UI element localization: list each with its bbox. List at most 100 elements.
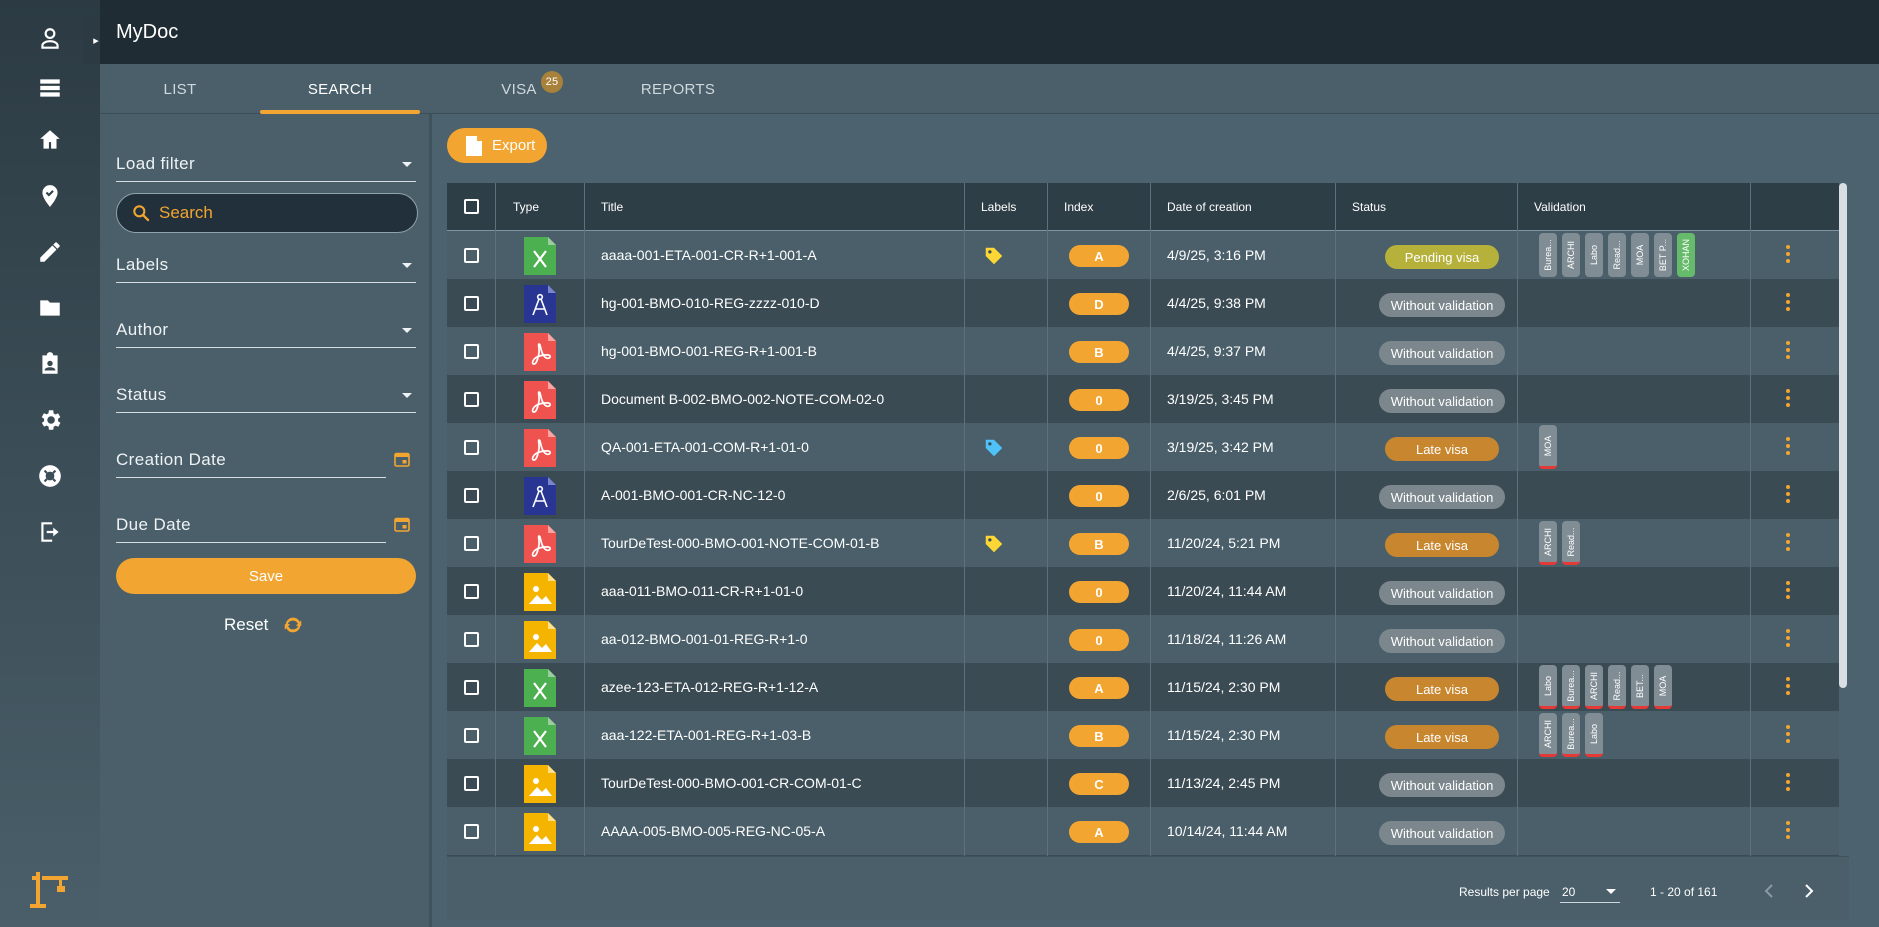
save-button[interactable]: Save bbox=[116, 558, 416, 594]
tab-list[interactable]: LIST bbox=[100, 64, 260, 114]
tab-search[interactable]: SEARCH bbox=[260, 64, 420, 114]
more-vert-icon[interactable] bbox=[1785, 629, 1791, 649]
reset-button[interactable]: Reset bbox=[224, 612, 304, 638]
validator-badge[interactable]: Labo bbox=[1585, 713, 1603, 757]
gear-icon[interactable] bbox=[35, 405, 65, 435]
validator-badge[interactable]: BET P... bbox=[1654, 233, 1672, 277]
results-per-page-select[interactable]: 20 bbox=[1560, 879, 1620, 903]
table-scrollbar[interactable] bbox=[1839, 183, 1849, 856]
validator-badge[interactable]: Burea... bbox=[1562, 713, 1580, 757]
status-select[interactable]: Status bbox=[116, 377, 416, 413]
more-vert-icon[interactable] bbox=[1785, 677, 1791, 697]
validator-badge[interactable]: ARCHI bbox=[1585, 665, 1603, 709]
more-vert-icon[interactable] bbox=[1785, 821, 1791, 841]
validator-badge[interactable]: ARCHI bbox=[1539, 713, 1557, 757]
header-validation[interactable]: Validation bbox=[1534, 183, 1586, 231]
more-vert-icon[interactable] bbox=[1785, 341, 1791, 361]
table-row[interactable]: azee-123-ETA-012-REG-R+1-12-A A 11/15/24, … bbox=[447, 663, 1839, 711]
more-vert-icon[interactable] bbox=[1785, 437, 1791, 457]
calendar-icon[interactable] bbox=[394, 451, 410, 467]
table-row[interactable]: aa-012-BMO-001-01-REG-R+1-0 0 11/18/24, 11… bbox=[447, 615, 1839, 663]
more-vert-icon[interactable] bbox=[1785, 485, 1791, 505]
table-row[interactable]: aaaa-001-ETA-001-CR-R+1-001-A A 4/9/25, 3:… bbox=[447, 231, 1839, 279]
chevron-left-icon[interactable] bbox=[1759, 881, 1779, 901]
list-icon[interactable] bbox=[35, 73, 65, 103]
validator-badge[interactable]: ARCHI bbox=[1562, 233, 1580, 277]
document-title[interactable]: hg-001-BMO-010-REG-zzzz-010-D bbox=[601, 279, 820, 327]
validator-badge[interactable]: MOA bbox=[1654, 665, 1672, 709]
tab-reports[interactable]: REPORTS bbox=[598, 64, 758, 114]
logout-icon[interactable] bbox=[35, 517, 65, 547]
validator-badge[interactable]: BET... bbox=[1631, 665, 1649, 709]
document-title[interactable]: aaa-122-ETA-001-REG-R+1-03-B bbox=[601, 711, 811, 759]
validator-badge[interactable]: Burea... bbox=[1562, 665, 1580, 709]
labels-select[interactable]: Labels bbox=[116, 247, 416, 283]
document-title[interactable]: AAAA-005-BMO-005-REG-NC-05-A bbox=[601, 807, 825, 855]
creation-date-field[interactable]: Creation Date bbox=[116, 442, 386, 478]
document-title[interactable]: Document B-002-BMO-002-NOTE-COM-02-0 bbox=[601, 375, 884, 423]
table-row[interactable]: hg-001-BMO-001-REG-R+1-001-B B 4/4/25, 9:3… bbox=[447, 327, 1839, 375]
map-pin-check-icon[interactable] bbox=[35, 181, 65, 211]
header-labels[interactable]: Labels bbox=[981, 183, 1016, 231]
document-title[interactable]: TourDeTest-000-BMO-001-NOTE-COM-01-B bbox=[601, 519, 880, 567]
table-row[interactable]: hg-001-BMO-010-REG-zzzz-010-D D 4/4/25, 9:… bbox=[447, 279, 1839, 327]
more-vert-icon[interactable] bbox=[1785, 389, 1791, 409]
more-vert-icon[interactable] bbox=[1785, 773, 1791, 793]
document-title[interactable]: azee-123-ETA-012-REG-R+1-12-A bbox=[601, 663, 818, 711]
table-row[interactable]: Document B-002-BMO-002-NOTE-COM-02-0 0 3/1… bbox=[447, 375, 1839, 423]
validator-badge[interactable]: Labo bbox=[1585, 233, 1603, 277]
table-row[interactable]: A-001-BMO-001-CR-NC-12-0 0 2/6/25, 6:01 PM… bbox=[447, 471, 1839, 519]
table-row[interactable]: QA-001-ETA-001-COM-R+1-01-0 0 3/19/25, 3:4… bbox=[447, 423, 1839, 471]
more-vert-icon[interactable] bbox=[1785, 293, 1791, 313]
user-icon[interactable] bbox=[35, 24, 65, 54]
validator-badge[interactable]: Read... bbox=[1562, 521, 1580, 565]
row-checkbox[interactable] bbox=[464, 440, 479, 455]
home-icon[interactable] bbox=[35, 125, 65, 155]
clipboard-user-icon[interactable] bbox=[35, 349, 65, 379]
chevron-right-icon[interactable] bbox=[1799, 881, 1819, 901]
export-button[interactable]: Export bbox=[447, 128, 547, 163]
row-checkbox[interactable] bbox=[464, 824, 479, 839]
validator-badge[interactable]: XOHAN bbox=[1677, 233, 1695, 277]
row-checkbox[interactable] bbox=[464, 488, 479, 503]
crane-icon[interactable] bbox=[28, 866, 72, 910]
select-all-checkbox[interactable] bbox=[464, 199, 479, 214]
header-status[interactable]: Status bbox=[1352, 183, 1386, 231]
scroll-thumb[interactable] bbox=[1839, 183, 1847, 688]
search-input[interactable] bbox=[159, 203, 399, 223]
document-title[interactable]: QA-001-ETA-001-COM-R+1-01-0 bbox=[601, 423, 809, 471]
more-vert-icon[interactable] bbox=[1785, 245, 1791, 265]
more-vert-icon[interactable] bbox=[1785, 725, 1791, 745]
table-row[interactable]: aaa-011-BMO-011-CR-R+1-01-0 0 11/20/24, 11… bbox=[447, 567, 1839, 615]
folder-icon[interactable] bbox=[35, 293, 65, 323]
row-checkbox[interactable] bbox=[464, 776, 479, 791]
header-date[interactable]: Date of creation bbox=[1167, 183, 1252, 231]
tab-visa[interactable]: VISA 25 bbox=[439, 64, 599, 114]
search-field[interactable] bbox=[116, 193, 418, 233]
document-title[interactable]: hg-001-BMO-001-REG-R+1-001-B bbox=[601, 327, 817, 375]
table-row[interactable]: TourDeTest-000-BMO-001-NOTE-COM-01-B B 11/… bbox=[447, 519, 1839, 567]
validator-badge[interactable]: Read... bbox=[1608, 665, 1626, 709]
validator-badge[interactable]: ARCHI bbox=[1539, 521, 1557, 565]
row-checkbox[interactable] bbox=[464, 392, 479, 407]
row-checkbox[interactable] bbox=[464, 248, 479, 263]
pencil-icon[interactable] bbox=[35, 237, 65, 267]
due-date-field[interactable]: Due Date bbox=[116, 507, 386, 543]
header-title[interactable]: Title bbox=[601, 183, 623, 231]
table-row[interactable]: TourDeTest-000-BMO-001-CR-COM-01-C C 11/13… bbox=[447, 759, 1839, 807]
row-checkbox[interactable] bbox=[464, 680, 479, 695]
row-checkbox[interactable] bbox=[464, 632, 479, 647]
validator-badge[interactable]: MOA bbox=[1539, 425, 1557, 469]
validator-badge[interactable]: Read... bbox=[1608, 233, 1626, 277]
lifebuoy-icon[interactable] bbox=[35, 461, 65, 491]
row-checkbox[interactable] bbox=[464, 728, 479, 743]
header-type[interactable]: Type bbox=[513, 183, 539, 231]
row-checkbox[interactable] bbox=[464, 584, 479, 599]
author-select[interactable]: Author bbox=[116, 312, 416, 348]
table-row[interactable]: AAAA-005-BMO-005-REG-NC-05-A A 10/14/24, 1… bbox=[447, 807, 1839, 855]
load-filter-select[interactable]: Load filter bbox=[116, 146, 416, 182]
row-checkbox[interactable] bbox=[464, 344, 479, 359]
document-title[interactable]: TourDeTest-000-BMO-001-CR-COM-01-C bbox=[601, 759, 862, 807]
validator-badge[interactable]: MOA bbox=[1631, 233, 1649, 277]
validator-badge[interactable]: Labo bbox=[1539, 665, 1557, 709]
